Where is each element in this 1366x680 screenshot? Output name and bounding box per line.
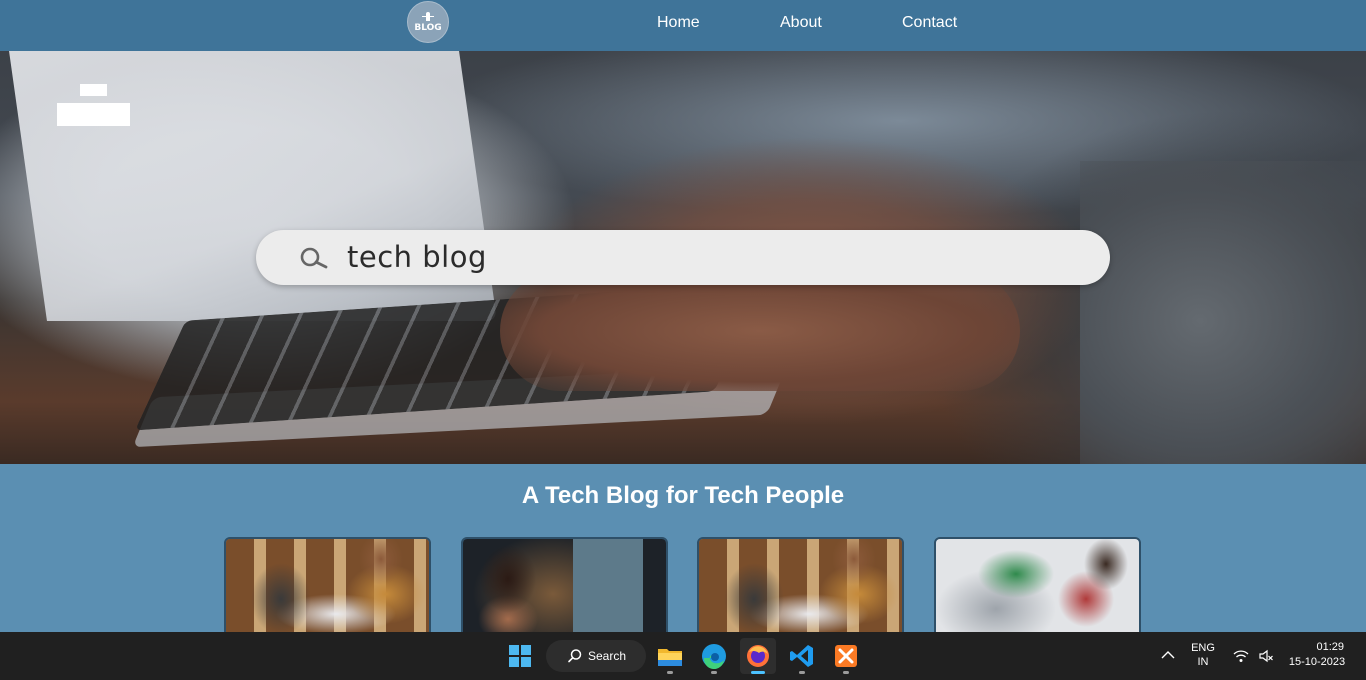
windows-taskbar: Search ENG IN 01:29 15-10-2023	[0, 632, 1366, 680]
hero-search-bar[interactable]: tech blog	[256, 230, 1110, 285]
region-code: IN	[1197, 656, 1209, 668]
team-office-photo	[226, 539, 429, 635]
search-icon	[568, 649, 582, 663]
windows-icon	[509, 645, 531, 667]
search-icon	[300, 247, 328, 269]
developer-night-photo	[463, 539, 666, 635]
vscode-icon	[790, 645, 813, 667]
blog-logo[interactable]: BLOG	[407, 1, 449, 43]
xampp-button[interactable]	[828, 638, 864, 674]
start-button[interactable]	[502, 638, 538, 674]
edge-icon	[702, 644, 726, 670]
xampp-icon	[835, 645, 857, 667]
blog-card[interactable]	[934, 537, 1141, 637]
edge-button[interactable]	[696, 638, 732, 674]
electronics-repair-photo	[936, 539, 1139, 635]
nav-link-contact[interactable]: Contact	[902, 14, 957, 32]
logo-text: BLOG	[414, 22, 442, 33]
search-input-value[interactable]: tech blog	[347, 238, 487, 276]
clock[interactable]: 01:29 15-10-2023	[1284, 641, 1350, 668]
page-headline: A Tech Blog for Tech People	[521, 482, 845, 509]
firefox-icon	[747, 645, 769, 667]
blog-card[interactable]	[461, 537, 668, 637]
hero-banner: tech blog	[0, 51, 1366, 464]
team-office-photo	[699, 539, 902, 635]
sleeve-graphic	[1080, 161, 1366, 464]
nav-link-home[interactable]: Home	[657, 14, 700, 32]
taskbar-search-label: Search	[588, 649, 627, 663]
file-explorer-button[interactable]	[652, 638, 688, 674]
vscode-button[interactable]	[784, 638, 820, 674]
clock-time: 01:29	[1316, 641, 1344, 653]
folder-icon	[658, 649, 682, 666]
wifi-icon[interactable]	[1233, 649, 1249, 663]
language-code: ENG	[1191, 642, 1215, 654]
firefox-button[interactable]	[740, 638, 776, 674]
top-navbar: BLOG Home About Contact	[0, 0, 1366, 51]
clock-date: 15-10-2023	[1288, 656, 1346, 668]
language-indicator[interactable]: ENG IN	[1188, 642, 1218, 668]
chevron-up-icon[interactable]	[1161, 650, 1175, 660]
blog-card[interactable]	[224, 537, 431, 637]
nav-link-about[interactable]: About	[780, 14, 822, 32]
pen-icon	[421, 11, 435, 22]
hand-graphic	[500, 271, 1020, 391]
blog-card[interactable]	[697, 537, 904, 637]
speaker-muted-icon[interactable]	[1258, 648, 1274, 664]
brand-mark-icon	[57, 84, 130, 126]
taskbar-search[interactable]: Search	[546, 640, 646, 672]
